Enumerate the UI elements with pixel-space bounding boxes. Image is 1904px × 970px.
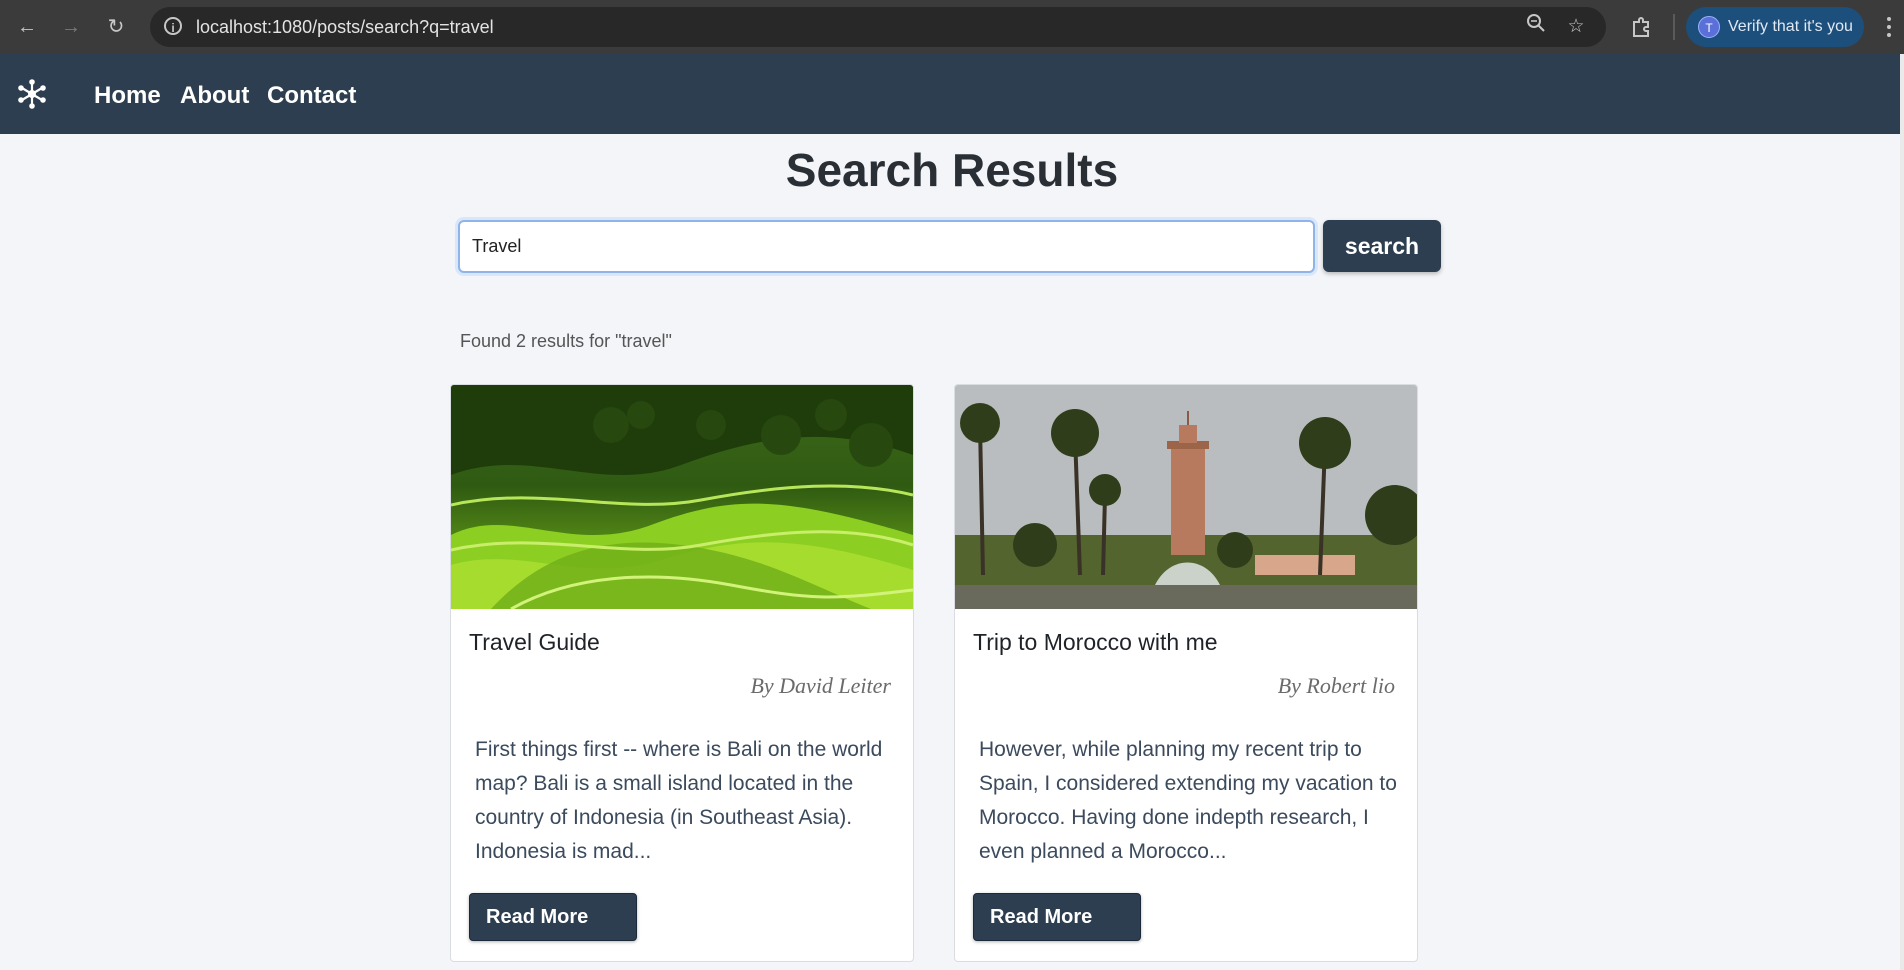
address-bar-url[interactable]: localhost:1080/posts/search?q=travel <box>196 7 494 47</box>
nav-link-home[interactable]: Home <box>94 54 161 138</box>
profile-avatar: T <box>1698 16 1720 38</box>
search-input[interactable] <box>458 220 1315 273</box>
result-count-text: Found 2 results for "travel" <box>460 331 672 351</box>
post-title[interactable]: Trip to Morocco with me <box>973 627 1218 657</box>
address-bar[interactable]: i localhost:1080/posts/search?q=travel ☆ <box>150 7 1606 47</box>
browser-toolbar: ← → ↻ i localhost:1080/posts/search?q=tr… <box>0 0 1904 54</box>
post-author: By Robert lio <box>1277 673 1395 698</box>
back-icon[interactable]: ← <box>12 12 42 42</box>
post-image-rice-terraces <box>451 385 913 609</box>
post-excerpt: However, while planning my recent trip t… <box>979 738 1397 863</box>
read-more-button[interactable]: Read More <box>469 893 637 941</box>
post-card: Trip to Morocco with me By Robert lio Ho… <box>954 384 1418 962</box>
profile-verify-chip[interactable]: T Verify that it's you <box>1686 7 1864 47</box>
site-info-icon[interactable]: i <box>164 17 182 35</box>
site-navbar: Home About Contact <box>0 54 1904 134</box>
browser-menu-icon[interactable] <box>1884 13 1894 43</box>
post-image-koutoubia-mosque <box>955 385 1417 609</box>
page-title: Search Results <box>785 144 1119 196</box>
read-more-button[interactable]: Read More <box>973 893 1141 941</box>
nav-link-about[interactable]: About <box>180 54 249 138</box>
bookmark-star-icon[interactable]: ☆ <box>1562 13 1590 41</box>
site-logo-icon[interactable] <box>16 78 48 110</box>
nav-link-contact[interactable]: Contact <box>267 54 356 138</box>
verify-chip-label: Verify that it's you <box>1728 18 1853 35</box>
extensions-icon[interactable] <box>1626 12 1656 42</box>
post-card: Travel Guide By David Leiter First thing… <box>450 384 914 962</box>
post-title[interactable]: Travel Guide <box>469 627 600 657</box>
toolbar-separator <box>1673 14 1675 40</box>
post-excerpt: First things first -- where is Bali on t… <box>475 738 883 863</box>
reload-icon[interactable]: ↻ <box>101 12 131 42</box>
post-author: By David Leiter <box>750 673 891 698</box>
search-button[interactable]: search <box>1323 220 1441 272</box>
forward-icon[interactable]: → <box>56 12 86 42</box>
zoom-icon[interactable] <box>1522 13 1550 41</box>
